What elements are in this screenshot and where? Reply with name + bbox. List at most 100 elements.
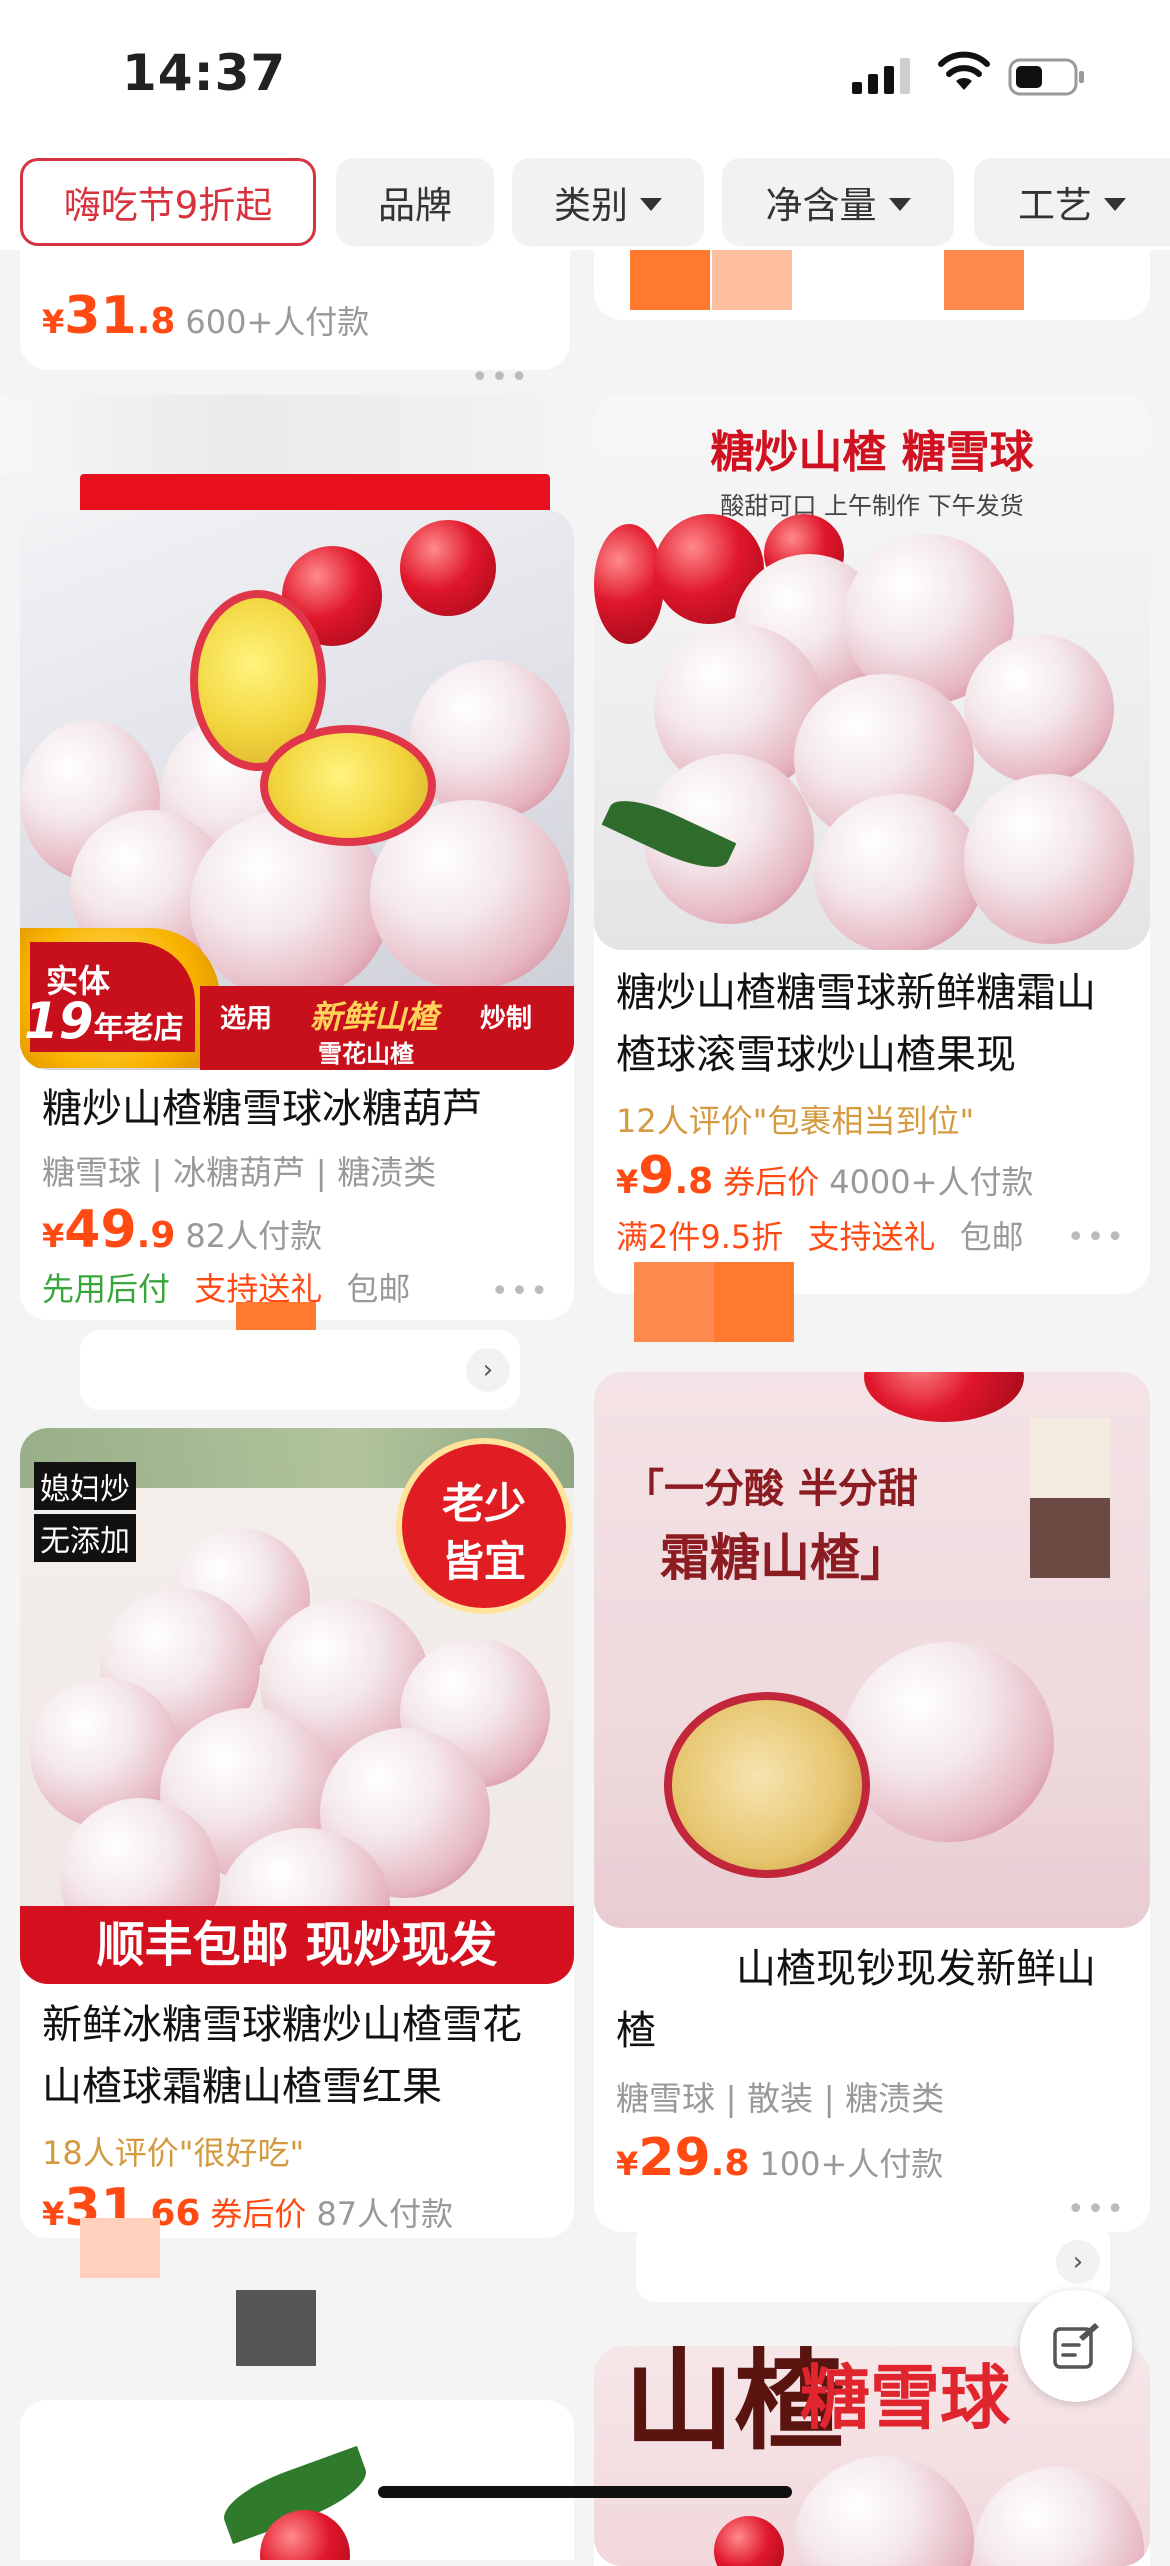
caret-down-icon <box>888 197 911 211</box>
home-indicator[interactable] <box>378 2486 792 2498</box>
caret-down-icon <box>1104 197 1126 211</box>
category-filter-chip[interactable]: 类别 <box>512 158 704 246</box>
price: ¥49.9 82人付款 <box>42 1200 322 1260</box>
blurred-promo-block <box>80 2218 160 2278</box>
net-weight-filter-label: 净含量 <box>765 184 877 227</box>
more-dots-icon[interactable]: ••• <box>491 1274 550 1309</box>
product-image: 糖炒山楂 糖雪球 酸甜可口 上午制作 下午发货 <box>594 394 1150 950</box>
status-time: 14:37 <box>122 44 287 102</box>
price-decimal: .8 <box>710 2143 750 2184</box>
seal-line2: 皆宜 <box>441 1537 526 1586</box>
price-currency: ¥ <box>42 2195 65 2233</box>
product-title: 糖炒山楂糖雪球冰糖葫芦 <box>42 1086 482 1132</box>
product-title: 山楂现钞现发新鲜山楂 <box>616 1938 1128 2062</box>
band-right: 炒制 <box>480 1004 533 1034</box>
paid-count: 4000+人付款 <box>829 1163 1034 1201</box>
product-tags: 糖雪球 | 散装 | 糖渍类 <box>616 2079 945 2118</box>
review-snippet: 12人评价"包裹相当到位" <box>616 1102 975 1140</box>
filter-bar: 嗨吃节9折起 品牌 类别 净含量 工艺 <box>0 150 1170 250</box>
band-left: 选用 <box>220 1004 273 1034</box>
store-link[interactable]: › <box>636 2222 1110 2302</box>
product-tags: 糖雪球 | 冰糖葫芦 | 糖渍类 <box>42 1153 437 1192</box>
category-filter-label: 类别 <box>554 184 628 227</box>
seal-line1: 老少 <box>441 1479 526 1528</box>
price-integer: 9 <box>638 1146 675 1206</box>
product-card-partial-left[interactable]: ¥31.8 600+人付款 <box>20 250 570 370</box>
paid-count: 600+人付款 <box>185 303 370 341</box>
band-sub: 雪花山楂 <box>318 1040 414 1068</box>
feedback-button[interactable] <box>1020 2290 1132 2402</box>
product-card[interactable] <box>20 2400 574 2560</box>
price: ¥31.8 600+人付款 <box>42 286 369 346</box>
promo-line: 先用后付 支持送礼 包邮 <box>42 1264 410 1310</box>
price: ¥29.8 100+人付款 <box>616 2128 943 2188</box>
brand-filter-label: 品牌 <box>378 184 452 227</box>
wifi-icon <box>938 50 990 96</box>
promo-filter-label: 嗨吃节9折起 <box>63 184 273 227</box>
feedback-edit-icon <box>1053 2323 1099 2369</box>
more-dots-icon[interactable]: ••• <box>1067 1220 1126 1255</box>
image-band: 选用 新鲜山楂 炒制 雪花山楂 <box>200 986 574 1070</box>
blurred-ad-strip <box>0 395 590 475</box>
price-integer: 31 <box>64 286 137 346</box>
price-decimal: .8 <box>136 301 176 342</box>
product-image: 媳妇炒 无添加 老少 皆宜 顺丰包邮 现炒现发 <box>20 1428 574 1984</box>
chevron-right-icon: › <box>1056 2240 1100 2284</box>
image-line1: 「一分酸 半分甜 <box>624 1465 918 1512</box>
product-card[interactable]: 媳妇炒 无添加 老少 皆宜 顺丰包邮 现炒现发 新鲜冰糖雪球糖炒山楂雪花山楂球霜… <box>20 1428 574 2238</box>
product-title-text: 山楂现钞现发新鲜山楂 <box>616 1946 1096 2054</box>
badge-tail: 年老店 <box>93 1011 184 1046</box>
price-integer: 29 <box>638 2128 711 2188</box>
store-link[interactable]: › <box>80 1330 520 1410</box>
seal: 老少 皆宜 <box>396 1438 572 1614</box>
net-weight-filter-chip[interactable]: 净含量 <box>722 158 954 246</box>
craft-filter-label: 工艺 <box>1018 184 1092 227</box>
price: ¥9.8 券后价 4000+人付款 <box>616 1146 1033 1206</box>
review-snippet: 18人评价"很好吃" <box>42 2134 305 2172</box>
product-image: 实体 19年老店 选用 新鲜山楂 炒制 雪花山楂 <box>20 510 574 1070</box>
price-currency: ¥ <box>616 2145 639 2183</box>
product-card-partial-right[interactable] <box>594 250 1150 320</box>
image-headline: 糖雪球 <box>800 2357 1010 2439</box>
image-subline: 酸甜可口 上午制作 下午发货 <box>720 492 1024 520</box>
band-mid: 新鲜山楂 <box>310 998 439 1036</box>
price-currency: ¥ <box>42 303 65 341</box>
blurred-ad-band <box>80 474 550 514</box>
promo-gift: 支持送礼 <box>807 1218 936 1256</box>
blurred-promo-block <box>714 1262 794 1342</box>
price-decimal: .9 <box>136 1215 176 1256</box>
battery-icon <box>1008 58 1086 100</box>
image-headline: 糖炒山楂 糖雪球 <box>710 427 1034 478</box>
blurred-promo-block <box>712 250 792 310</box>
more-dots-icon[interactable]: ••• <box>471 360 530 395</box>
product-title: 糖炒山楂糖雪球新鲜糖霜山楂球滚雪球炒山楂果现 <box>616 970 1096 1078</box>
promo-free-shipping: 包邮 <box>959 1218 1024 1256</box>
promo-filter-chip[interactable]: 嗨吃节9折起 <box>20 158 316 246</box>
paid-count: 82人付款 <box>185 1217 323 1255</box>
promo-free-shipping: 包邮 <box>346 1270 411 1308</box>
paid-count: 87人付款 <box>316 2195 454 2233</box>
craft-filter-chip[interactable]: 工艺 <box>974 158 1170 246</box>
blurred-block <box>236 2290 316 2366</box>
status-bar: 14:37 <box>0 0 1170 150</box>
blurred-promo-block <box>944 250 1024 310</box>
product-card[interactable]: 实体 19年老店 选用 新鲜山楂 炒制 雪花山楂 糖炒山楂糖雪球冰糖葫芦 糖雪球… <box>20 510 574 1320</box>
blurred-promo-block <box>634 1262 714 1342</box>
caret-down-icon <box>640 197 662 211</box>
after-coupon-label: 券后价 <box>723 1163 820 1201</box>
blurred-block <box>1030 1418 1110 1498</box>
image-tag: 无添加 <box>34 1514 136 1562</box>
signal-icon <box>852 58 914 98</box>
paid-count: 100+人付款 <box>759 2145 944 2183</box>
blurred-block <box>1030 1498 1110 1578</box>
price-decimal: .8 <box>674 1161 714 1202</box>
promo-pay-later: 先用后付 <box>42 1270 171 1308</box>
brand-filter-chip[interactable]: 品牌 <box>336 158 494 246</box>
product-card[interactable]: 「一分酸 半分甜 霜糖山楂」 山楂现钞现发新鲜山楂 糖雪球 | 散装 | 糖渍类… <box>594 1372 1150 2232</box>
product-title: 新鲜冰糖雪球糖炒山楂雪花山楂球霜糖山楂雪红果 <box>42 2002 522 2110</box>
product-card[interactable]: 糖炒山楂 糖雪球 酸甜可口 上午制作 下午发货 糖炒山楂糖雪球新鲜糖霜山楂球滚雪… <box>594 394 1150 1294</box>
promo-line: 满2件9.5折 支持送礼 包邮 <box>616 1212 1024 1258</box>
badge: 实体 19年老店 <box>20 928 220 1068</box>
blurred-promo-block <box>630 250 710 310</box>
image-tag: 媳妇炒 <box>34 1462 136 1510</box>
